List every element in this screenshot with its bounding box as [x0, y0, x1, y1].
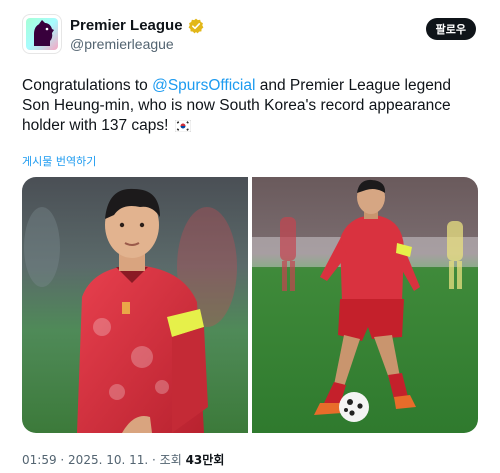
tweet-text: Congratulations to @SpursOfficial and Pr… [22, 76, 482, 136]
verified-badge-icon [188, 18, 203, 33]
tweet-header: Premier League @premierleague 팔로우 [22, 14, 478, 56]
tweet-time[interactable]: 01:59 [22, 453, 57, 467]
display-name[interactable]: Premier League [70, 17, 183, 34]
views-label: 조회 [159, 453, 182, 467]
media-grid [22, 177, 478, 433]
name-row: Premier League [70, 17, 204, 34]
views-count: 43만회 [185, 453, 225, 467]
meta-separator: · [56, 453, 69, 467]
tweet-meta: 01:59 · 2025. 10. 11. · 조회 43만회 [22, 451, 224, 468]
translate-post-link[interactable]: 게시물 번역하기 [22, 153, 96, 169]
tweet-text-start: Congratulations to [22, 77, 153, 94]
mention-link[interactable]: @SpursOfficial [152, 77, 255, 94]
premier-league-lion-icon [26, 18, 58, 50]
player-portrait-photo[interactable] [22, 177, 248, 433]
photo-left-image [22, 177, 248, 433]
photo-right-image [252, 177, 478, 433]
follow-button[interactable]: 팔로우 [425, 18, 476, 40]
meta-separator-2: · [148, 453, 160, 467]
player-dribbling-photo[interactable] [252, 177, 478, 433]
south-korea-flag-icon [174, 120, 191, 132]
avatar[interactable] [22, 14, 62, 54]
tweet-date[interactable]: 2025. 10. 11. [68, 453, 148, 467]
handle[interactable]: @premierleague [70, 36, 174, 52]
